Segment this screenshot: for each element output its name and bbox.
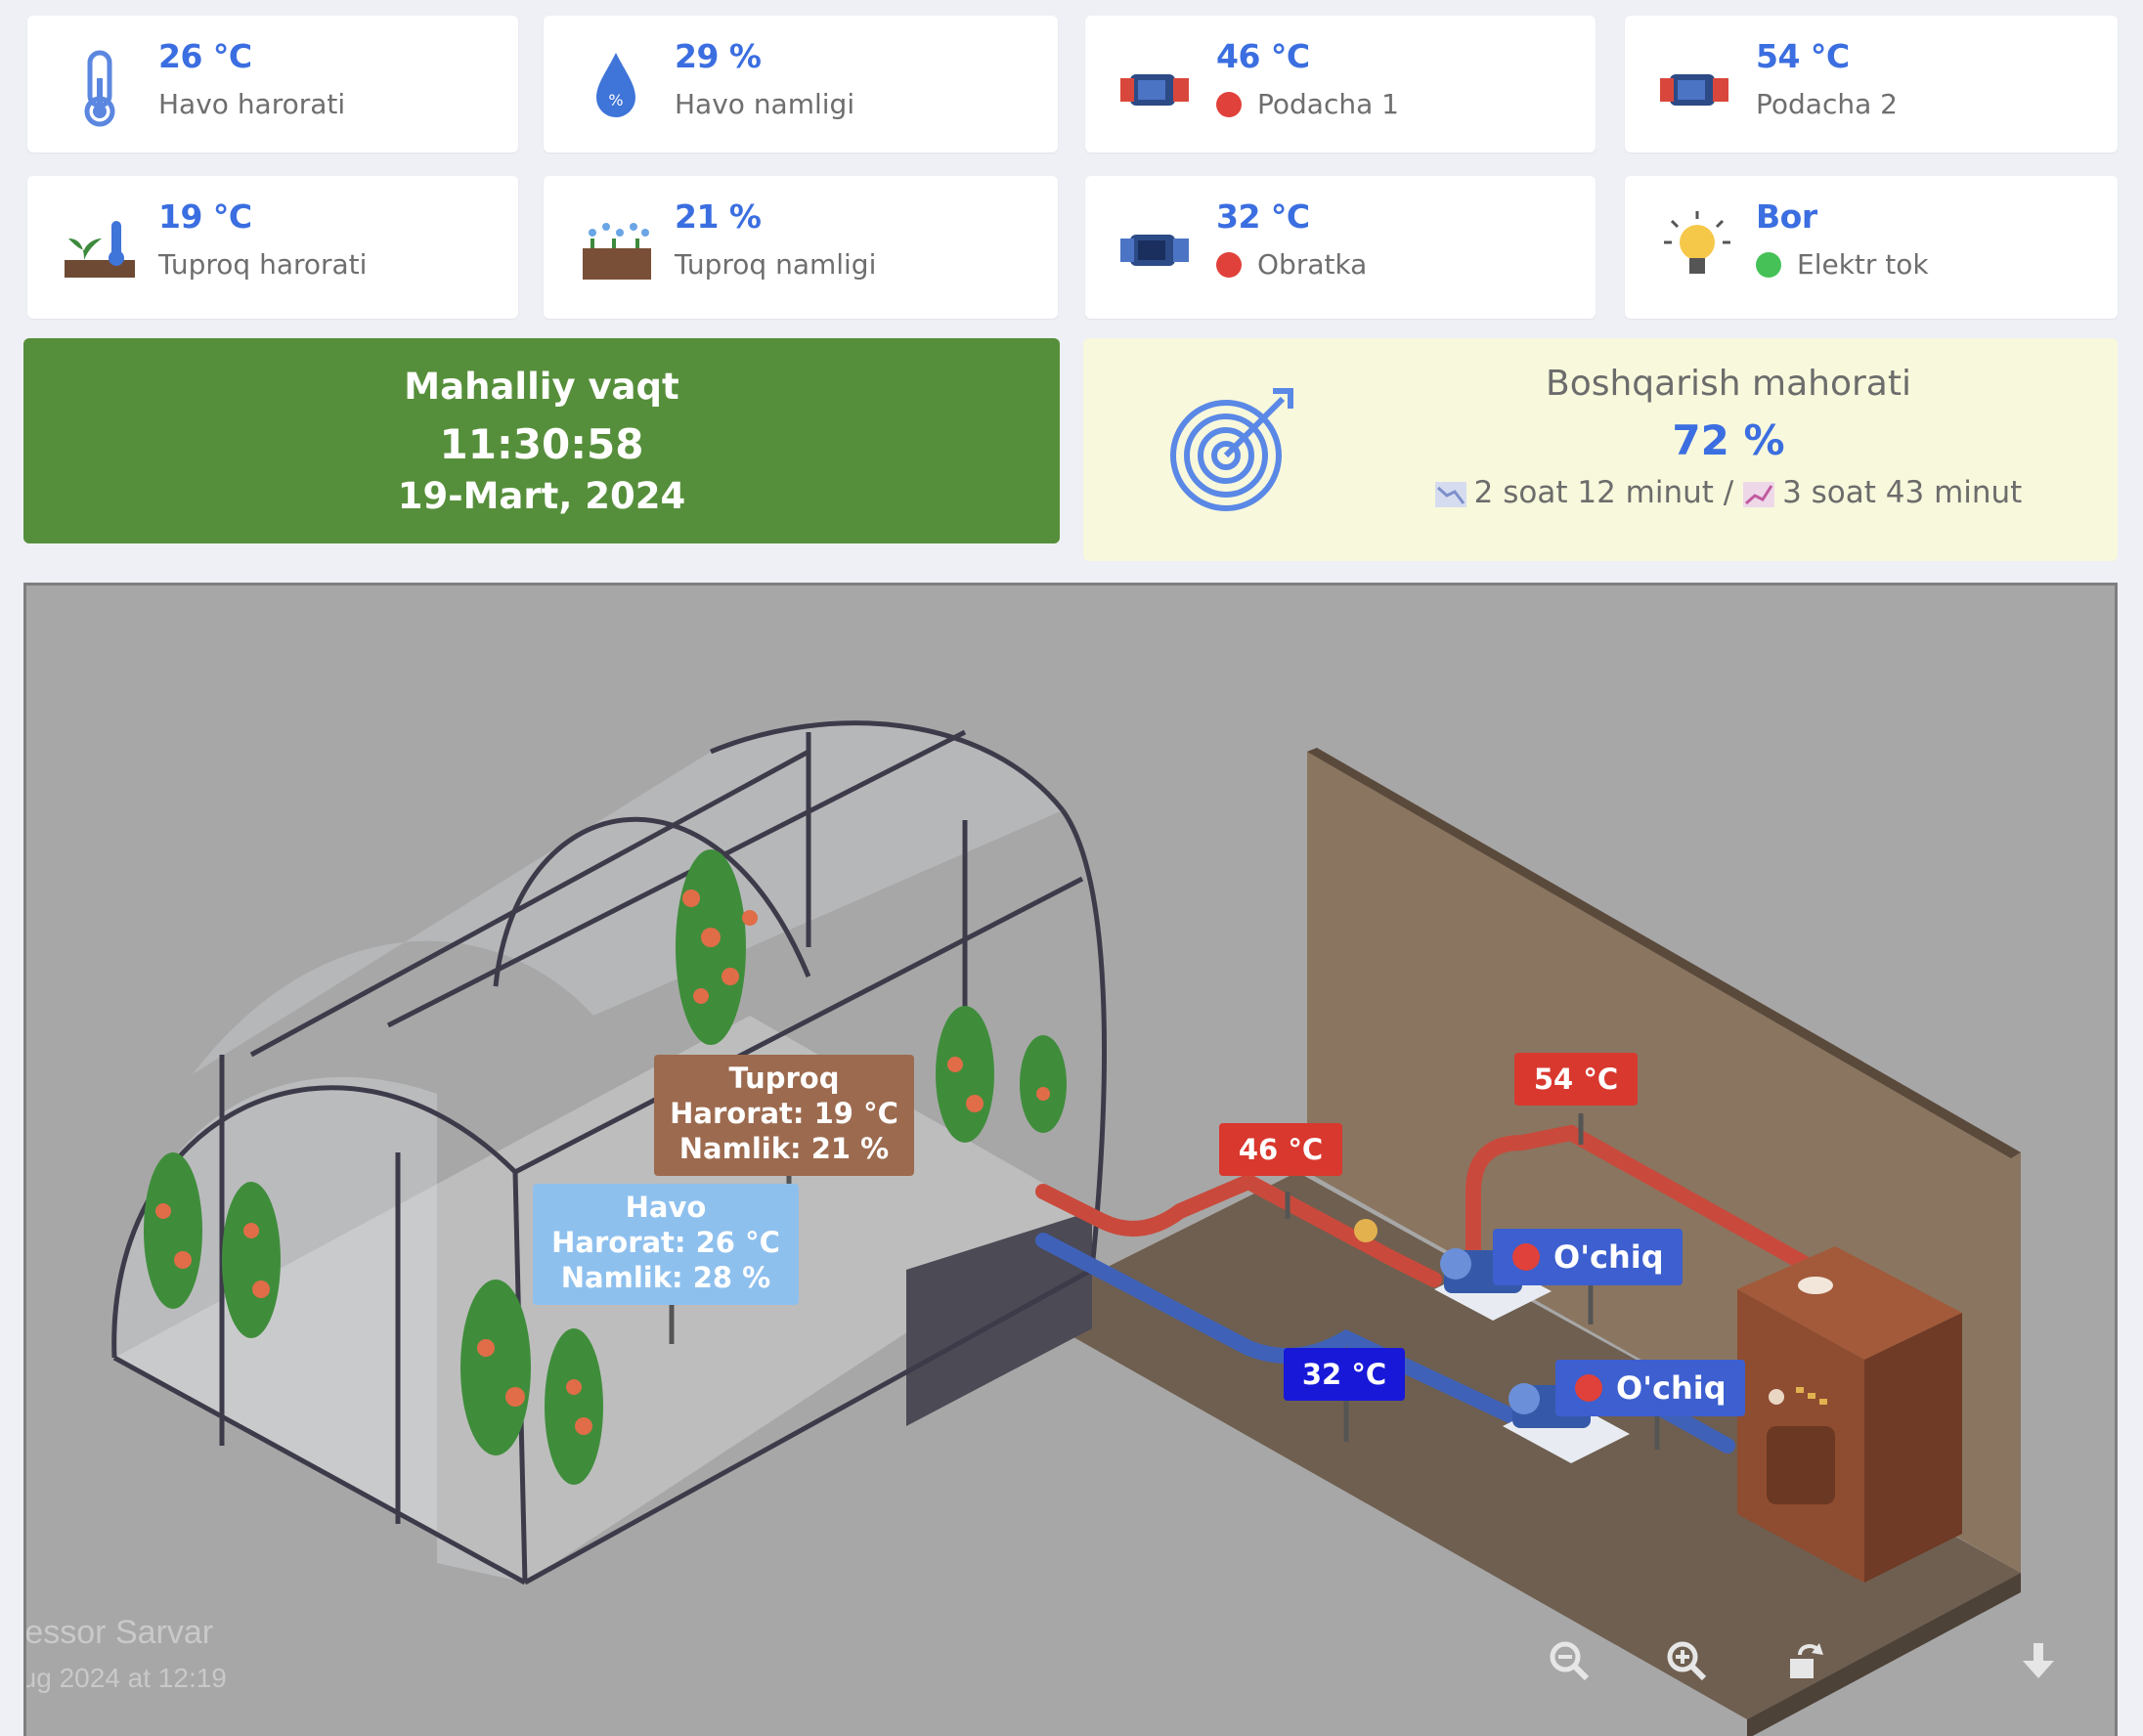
rotate-icon[interactable] [1784,1637,1831,1684]
valve [1354,1219,1378,1242]
soil-humidity-label: Tuproq namligi [675,248,877,281]
air-temp-value: 26 °C [158,37,252,75]
pump-2-label: Podacha 2 [1756,88,1898,120]
control-time-b: 3 soat 43 minut [1782,475,2023,510]
pump-1-state: O'chiq [1493,1229,1683,1285]
soil-temperature-icon [65,221,135,278]
chart-up-icon [1743,481,1775,507]
local-time-panel: Mahalliy vaqt 11:30:58 19-Mart, 2024 [23,338,1060,543]
author-name: ofessor Sarvar [24,1614,214,1651]
soil-humidity-icon [583,223,651,280]
sensor-card-air-temp: 26 °C Havo harorati [27,16,518,152]
pipe-temp-32: 32 °C [1284,1348,1405,1401]
local-time-title: Mahalliy vaqt [404,366,679,408]
zoom-in-icon[interactable] [1663,1637,1710,1684]
greenhouse-illustration [111,720,2021,1736]
air-info-title: Havo [625,1191,707,1224]
boiler [1737,1246,1962,1583]
return-value: 32 °C [1216,197,1310,236]
soil-info-box: Tuproq Harorat: 19 °C Namlik: 21 % [654,1055,914,1176]
chart-down-icon [1434,481,1466,507]
time-separator: / [1723,475,1734,510]
pump-1-label: Podacha 1 [1257,88,1399,120]
air-info-temp: Harorat: 26 °C [551,1226,780,1259]
status-dot-green [1756,251,1781,278]
soil-temp-value: 19 °C [158,197,252,236]
soil-temp-label: Tuproq harorati [158,248,368,281]
sensor-card-soil-temp: 19 °C Tuproq harorati [27,176,518,319]
pipe-temp-46: 46 °C [1219,1123,1342,1176]
pump-icon [1120,74,1189,106]
status-dot-red [1216,91,1242,117]
download-icon[interactable] [2015,1637,2062,1684]
soil-info-title: Tuproq [728,1062,840,1095]
target-icon [1170,388,1293,511]
pump-2-state: O'chiq [1555,1360,1745,1416]
status-dot-red [1575,1374,1602,1402]
pipe-temp-54: 54 °C [1514,1053,1638,1106]
electricity-value: Bor [1756,197,1817,236]
greenhouse-scene: Tuproq Harorat: 19 °C Namlik: 21 % Havo … [23,583,2118,1736]
pump-icon [1120,235,1189,266]
pump-1-value: 46 °C [1216,37,1310,75]
sensor-card-electricity: Bor Elektr tok [1625,176,2118,319]
local-time-clock: 11:30:58 [439,420,644,468]
pump-1-state-label: O'chiq [1553,1238,1664,1276]
local-time-date: 19-Mart, 2024 [397,475,686,517]
sensor-card-pump-1: 46 °C Podacha 1 [1085,16,1596,152]
thermometer-icon [84,50,115,127]
soil-humidity-value: 21 % [675,197,762,236]
soil-info-humidity: Namlik: 21 % [678,1132,890,1165]
humidity-drop-icon: % [596,53,635,117]
air-humidity-value: 29 % [675,37,762,75]
control-skill-title: Boshqarish mahorati [1546,364,1911,404]
pump-2-state-label: O'chiq [1616,1369,1727,1407]
air-humidity-label: Havo namligi [675,88,855,120]
control-skill-percent: 72 % [1672,416,1785,464]
electricity-label: Elektr tok [1797,248,1929,281]
sensor-card-return: 32 °C Obratka [1085,176,1596,319]
control-skill-panel: Boshqarish mahorati 72 % 2 soat 12 minut… [1083,338,2118,561]
author-timestamp: Aug 2024 at 12:19 [23,1663,227,1693]
pump-icon [1660,74,1728,106]
light-bulb-icon [1664,211,1730,274]
control-time-a: 2 soat 12 minut [1473,475,1714,510]
sensor-card-pump-2: 54 °C Podacha 2 [1625,16,2118,152]
status-dot-red [1512,1243,1540,1271]
air-temp-label: Havo harorati [158,88,346,120]
sensor-card-soil-humidity: 21 % Tuproq namligi [544,176,1058,319]
status-dot-red [1216,251,1242,278]
svg-text:%: % [608,91,623,109]
sensor-card-air-humidity: % 29 % Havo namligi [544,16,1058,152]
soil-info-temp: Harorat: 19 °C [670,1097,898,1130]
pump-2-value: 54 °C [1756,37,1850,75]
air-info-humidity: Namlik: 28 % [560,1261,771,1294]
return-label: Obratka [1257,248,1368,281]
zoom-out-icon[interactable] [1546,1637,1593,1684]
air-info-box: Havo Harorat: 26 °C Namlik: 28 % [533,1184,799,1305]
